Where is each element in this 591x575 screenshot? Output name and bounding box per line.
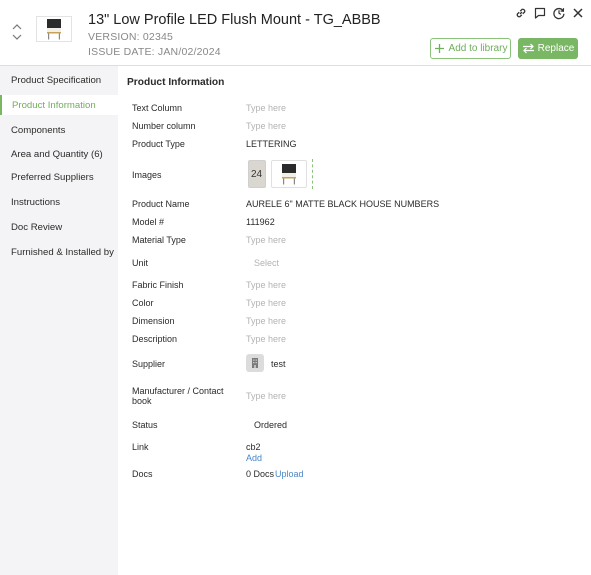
docs-count: 0 Docs (246, 469, 275, 479)
close-icon[interactable] (571, 6, 585, 20)
sidebar-item-instructions[interactable]: Instructions (0, 196, 118, 209)
sidebar-item-components[interactable]: Components (0, 124, 118, 137)
unit-select[interactable]: Select (254, 258, 279, 268)
text-column-input[interactable]: Type here (246, 103, 286, 113)
number-column-label: Number column (132, 121, 196, 131)
color-label: Color (132, 298, 154, 308)
light-fixture-image (282, 164, 296, 185)
sidebar-item-doc-review[interactable]: Doc Review (0, 221, 118, 234)
replace-button[interactable]: Replace (518, 38, 578, 59)
images-label: Images (132, 170, 162, 180)
fabric-finish-label: Fabric Finish (132, 280, 184, 290)
product-name-label: Product Name (132, 199, 190, 209)
add-to-library-button[interactable]: Add to library (430, 38, 511, 59)
light-fixture-image (47, 19, 61, 40)
model-value[interactable]: 111962 (246, 217, 275, 227)
section-title: Product Information (127, 77, 225, 88)
version-text: VERSION: 02345 (88, 31, 174, 43)
sidebar-item-furnished-installed-by[interactable]: Furnished & Installed by (0, 246, 118, 259)
fabric-finish-input[interactable]: Type here (246, 280, 286, 290)
manufacturer-label-line1: Manufacturer / Contact (132, 386, 224, 396)
plus-icon (434, 44, 444, 53)
dimension-input[interactable]: Type here (246, 316, 286, 326)
description-input[interactable]: Type here (246, 334, 286, 344)
sidebar-item-product-specification[interactable]: Product Specification (0, 74, 118, 87)
text-column-label: Text Column (132, 103, 183, 113)
product-information-panel: Product Information Text Column Type her… (118, 66, 591, 575)
link-icon[interactable] (514, 6, 528, 20)
unit-label: Unit (132, 258, 149, 268)
building-icon (246, 354, 264, 372)
description-label: Description (132, 334, 178, 344)
sidebar-item-preferred-suppliers[interactable]: Preferred Suppliers (0, 171, 118, 184)
chevron-down-icon[interactable] (11, 33, 23, 42)
material-type-label: Material Type (132, 235, 186, 245)
material-type-input[interactable]: Type here (246, 235, 286, 245)
manufacturer-label-line2: book (132, 396, 152, 406)
comment-icon[interactable] (533, 6, 547, 20)
dimension-label: Dimension (132, 316, 175, 326)
swap-arrows-icon (522, 43, 534, 54)
docs-label: Docs (132, 469, 153, 479)
link-value[interactable]: cb2 (246, 442, 261, 452)
add-link-button[interactable]: Add (246, 453, 262, 463)
image-thumbnail-1-text: 24 (251, 169, 263, 180)
image-thumbnail-2[interactable] (271, 160, 307, 188)
link-label: Link (132, 442, 149, 452)
history-icon[interactable] (552, 6, 566, 20)
image-drop-indicator (312, 159, 313, 189)
item-navigation (11, 22, 23, 42)
manufacturer-input[interactable]: Type here (246, 391, 286, 401)
chevron-up-icon[interactable] (11, 22, 23, 31)
sidebar: Product Specification Product Informatio… (0, 66, 119, 575)
supplier-label: Supplier (132, 359, 166, 369)
product-type-value[interactable]: LETTERING (246, 139, 297, 149)
replace-label: Replace (537, 43, 575, 54)
color-input[interactable]: Type here (246, 298, 286, 308)
model-label: Model # (132, 217, 165, 227)
add-to-library-label: Add to library (448, 43, 508, 54)
page-title: 13" Low Profile LED Flush Mount - TG_ABB… (88, 12, 381, 28)
issue-date-text: ISSUE DATE: JAN/02/2024 (88, 46, 221, 58)
number-column-input[interactable]: Type here (246, 121, 286, 131)
status-value[interactable]: Ordered (254, 420, 287, 430)
sidebar-item-area-and-quantity[interactable]: Area and Quantity (6) (0, 148, 118, 161)
image-thumbnail-1[interactable]: 24 (248, 160, 266, 188)
header: 13" Low Profile LED Flush Mount - TG_ABB… (0, 0, 591, 66)
supplier-value[interactable]: test (271, 359, 286, 369)
product-thumbnail (36, 16, 72, 42)
product-name-value[interactable]: AURELE 6" MATTE BLACK HOUSE NUMBERS (246, 199, 439, 209)
upload-docs-button[interactable]: Upload (275, 469, 304, 479)
status-label: Status (132, 420, 158, 430)
sidebar-item-product-information[interactable]: Product Information (0, 95, 119, 115)
product-type-label: Product Type (132, 139, 185, 149)
